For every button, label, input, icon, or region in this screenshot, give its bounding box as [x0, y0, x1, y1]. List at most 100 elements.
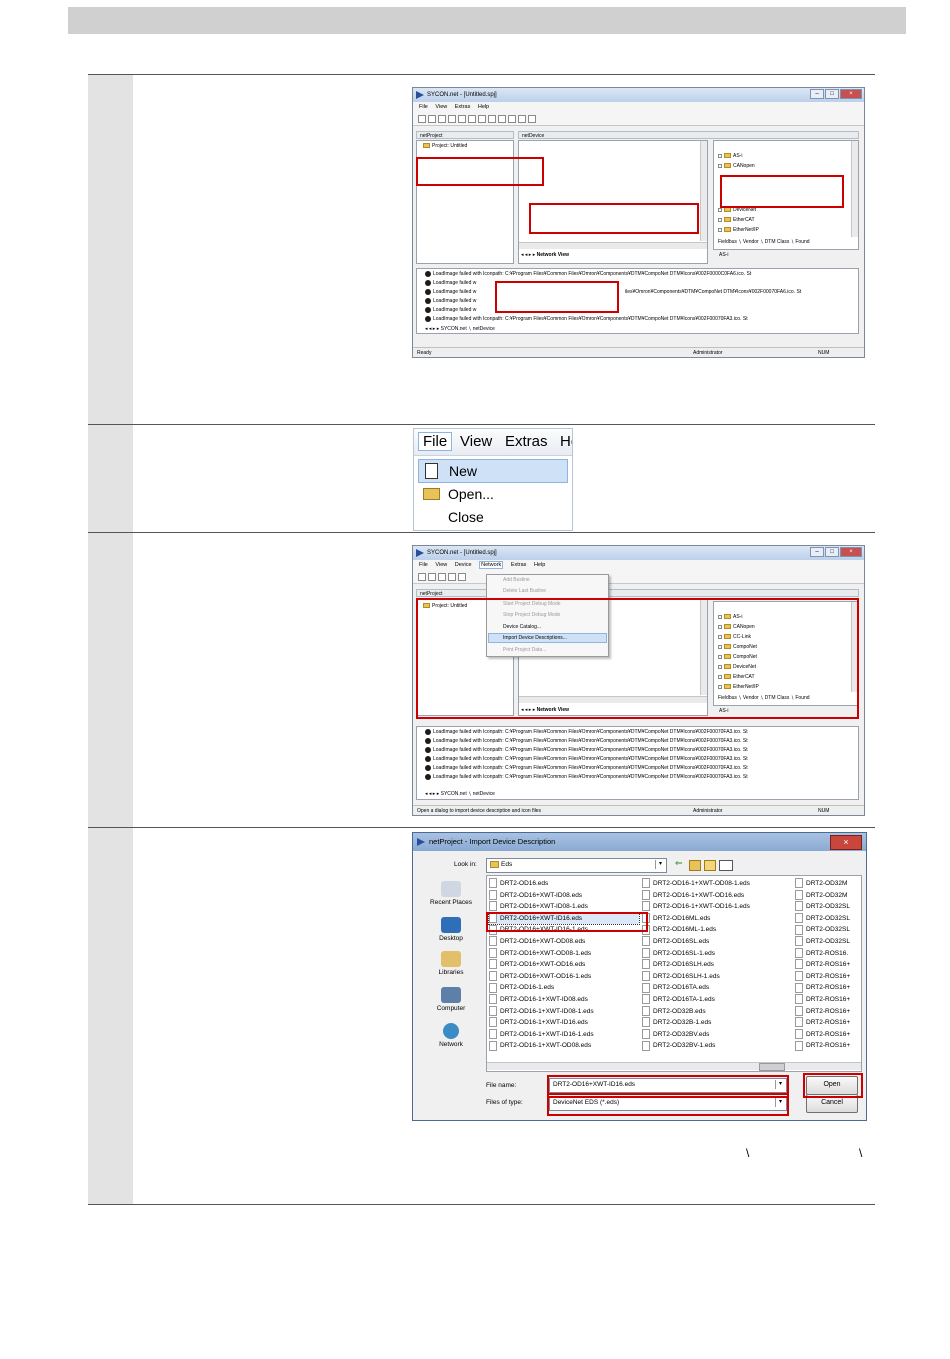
- tab-nav-arrows[interactable]: ◂ ◂ ▸ ▸: [521, 252, 537, 258]
- vertical-scrollbar[interactable]: [851, 141, 858, 237]
- chevron-down-icon[interactable]: ▾: [655, 860, 665, 869]
- new-folder-icon[interactable]: [704, 860, 716, 871]
- menu-file[interactable]: File: [418, 432, 453, 451]
- file-list-item[interactable]: DRT2-OD16+XWT-OD16-1.eds: [489, 971, 639, 982]
- look-in-select[interactable]: Eds ▾: [486, 858, 667, 873]
- horizontal-scrollbar[interactable]: [519, 242, 707, 249]
- help-icon[interactable]: [448, 573, 456, 581]
- file-list-item[interactable]: DRT2-OD32SL: [795, 924, 861, 935]
- file-list-item[interactable]: DRT2-OD16-1+XWT-ID16-1.eds: [489, 1029, 639, 1040]
- file-list-item[interactable]: DRT2-OD16-1+XWT-ID08-1.eds: [489, 1005, 639, 1017]
- file-list-item[interactable]: DRT2-OD16-1+XWT-OD08-1.eds: [642, 878, 792, 889]
- back-icon[interactable]: ⇐: [675, 859, 683, 869]
- copy-icon[interactable]: [468, 115, 476, 123]
- menu-device[interactable]: Device: [455, 562, 472, 568]
- minimize-icon[interactable]: –: [810, 89, 824, 99]
- catalog-item[interactable]: EtherCAT: [718, 217, 755, 223]
- menu-extras[interactable]: Extras: [511, 562, 527, 568]
- globe-icon[interactable]: [498, 115, 506, 123]
- file-list-item[interactable]: DRT2-OD32M: [795, 878, 861, 889]
- catalog-item[interactable]: EtherNet/IP: [718, 227, 759, 233]
- file-list-item[interactable]: DRT2-OD32SL: [795, 913, 861, 924]
- save-icon[interactable]: [438, 115, 446, 123]
- file-list-item[interactable]: DRT2-OD32BV.eds: [642, 1029, 792, 1040]
- new-icon[interactable]: [418, 115, 426, 123]
- file-list-item[interactable]: DRT2-OD16.eds: [489, 878, 639, 889]
- tab-network-view[interactable]: Network View: [537, 252, 569, 258]
- file-list-item[interactable]: DRT2-OD16+XWT-OD16.eds: [489, 959, 639, 970]
- file-list-item[interactable]: DRT2-OD16SL.eds: [642, 936, 792, 947]
- file-list-item[interactable]: DRT2-OD16+XWT-OD08-1.eds: [489, 947, 639, 959]
- file-list-item[interactable]: DRT2-ROS16+: [795, 1017, 861, 1028]
- file-list-item[interactable]: DRT2-OD16+XWT-ID08-1.eds: [489, 901, 639, 912]
- menu-help[interactable]: He: [560, 433, 572, 450]
- menu-network[interactable]: Network: [479, 561, 504, 569]
- menu-help[interactable]: Help: [534, 562, 545, 568]
- file-list-item[interactable]: DRT2-OD16-1+XWT-ID16.eds: [489, 1017, 639, 1028]
- catalog-tabs[interactable]: Fieldbus ∖ Vendor ∖ DTM Class ∖ Found: [718, 239, 810, 245]
- close-icon[interactable]: ×: [840, 547, 862, 557]
- menu-item-add-busline[interactable]: Add Busline: [503, 577, 530, 583]
- catalog-item[interactable]: CANopen: [718, 163, 755, 169]
- network-icon[interactable]: [488, 115, 496, 123]
- file-list-item[interactable]: DRT2-OD32B-1.eds: [642, 1017, 792, 1028]
- file-list-item[interactable]: DRT2-OD16-1.eds: [489, 982, 639, 993]
- file-list-item[interactable]: DRT2-ROS16+: [795, 971, 861, 982]
- view-icon[interactable]: [528, 115, 536, 123]
- menu-extras[interactable]: Extras: [455, 104, 471, 110]
- file-list-item[interactable]: DRT2-OD16-1+XWT-OD16-1.eds: [642, 901, 792, 912]
- menu-file[interactable]: File: [419, 562, 428, 568]
- file-list-item[interactable]: DRT2-ROS16+: [795, 1005, 861, 1017]
- menu-item-new[interactable]: New: [418, 459, 568, 483]
- file-list-item[interactable]: DRT2-OD32SL: [795, 901, 861, 912]
- menu-item-close[interactable]: Close: [418, 506, 568, 528]
- file-list-item[interactable]: DRT2-ROS16+: [795, 1029, 861, 1040]
- catalog-item[interactable]: AS-i: [718, 153, 742, 159]
- place-recent[interactable]: Recent Places: [421, 881, 481, 906]
- file-list-item[interactable]: DRT2-OD16+XWT-ID08.eds: [489, 889, 639, 901]
- minimize-icon[interactable]: –: [810, 547, 824, 557]
- place-computer[interactable]: Computer: [421, 987, 481, 1012]
- file-list-item[interactable]: DRT2-OD32BV-1.eds: [642, 1040, 792, 1051]
- file-list-item[interactable]: DRT2-OD16TA.eds: [642, 982, 792, 993]
- menu-view[interactable]: View: [435, 104, 447, 110]
- file-list-item[interactable]: DRT2-OD16SLH.eds: [642, 959, 792, 970]
- close-icon[interactable]: ×: [840, 89, 862, 99]
- vertical-scrollbar[interactable]: [700, 141, 707, 241]
- file-list-item[interactable]: DRT2-ROS16.: [795, 947, 861, 959]
- file-list-item[interactable]: DRT2-OD16-1+XWT-OD16.eds: [642, 889, 792, 901]
- file-list-item[interactable]: DRT2-ROS16+: [795, 959, 861, 970]
- file-list-item[interactable]: DRT2-ROS16+: [795, 994, 861, 1005]
- open-icon[interactable]: [428, 573, 436, 581]
- file-list-item[interactable]: DRT2-OD16ML.eds: [642, 913, 792, 924]
- file-list-item[interactable]: DRT2-OD16+XWT-OD08.eds: [489, 936, 639, 947]
- file-list-item[interactable]: DRT2-OD16SL-1.eds: [642, 947, 792, 959]
- menu-view[interactable]: View: [435, 562, 447, 568]
- horizontal-scrollbar[interactable]: [487, 1062, 861, 1071]
- file-list-item[interactable]: DRT2-OD32B.eds: [642, 1005, 792, 1017]
- menu-item-open[interactable]: Open...: [418, 483, 568, 505]
- file-list-item[interactable]: DRT2-ROS16+: [795, 1040, 861, 1051]
- file-list-item[interactable]: DRT2-OD32M: [795, 889, 861, 901]
- open-icon[interactable]: [428, 115, 436, 123]
- place-network[interactable]: Network: [421, 1023, 481, 1048]
- maximize-icon[interactable]: □: [825, 89, 839, 99]
- file-list-item[interactable]: DRT2-OD16SLH-1.eds: [642, 971, 792, 982]
- new-icon[interactable]: [418, 573, 426, 581]
- cut-icon[interactable]: [458, 115, 466, 123]
- menu-view[interactable]: View: [460, 433, 492, 450]
- place-libraries[interactable]: Libraries: [421, 951, 481, 976]
- view-menu-icon[interactable]: [719, 860, 733, 871]
- menu-file[interactable]: File: [419, 104, 428, 110]
- cut-icon[interactable]: [458, 573, 466, 581]
- menu-help[interactable]: Help: [478, 104, 489, 110]
- file-list-item[interactable]: DRT2-OD16ML-1.eds: [642, 924, 792, 935]
- view-icon[interactable]: [518, 115, 526, 123]
- file-list-item[interactable]: DRT2-OD32SL: [795, 936, 861, 947]
- up-folder-icon[interactable]: [689, 860, 701, 871]
- file-list-item[interactable]: DRT2-OD16-1+XWT-OD08.eds: [489, 1040, 639, 1051]
- project-tree-root[interactable]: Project: Untitled: [423, 143, 467, 149]
- help-icon[interactable]: [448, 115, 456, 123]
- paste-icon[interactable]: [478, 115, 486, 123]
- close-icon[interactable]: ×: [830, 835, 862, 850]
